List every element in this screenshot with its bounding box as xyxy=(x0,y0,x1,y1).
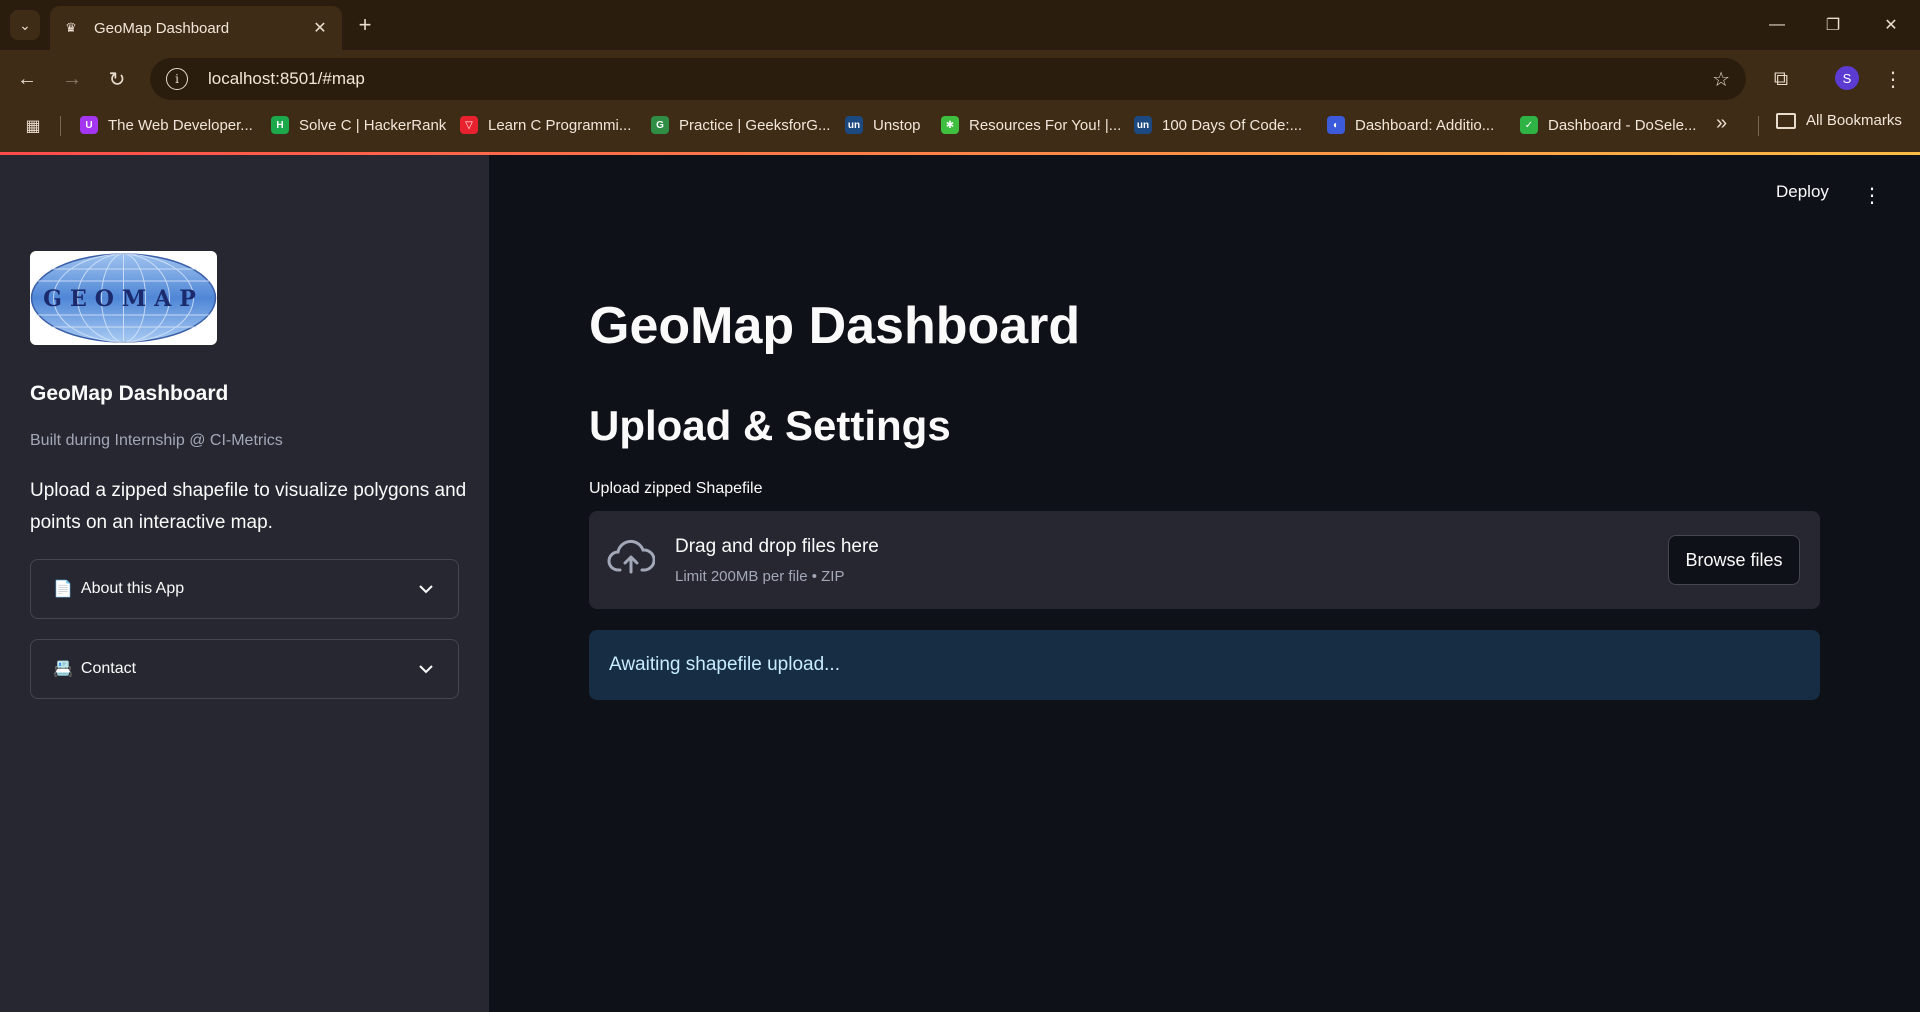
info-alert-text: Awaiting shapefile upload... xyxy=(609,654,840,675)
new-tab-button[interactable]: + xyxy=(352,12,378,38)
browser-menu-icon[interactable]: ⋮ xyxy=(1880,64,1906,94)
geomap-logo: GEOMAP xyxy=(30,251,217,345)
bookmark-label: Practice | GeeksforG... xyxy=(679,116,831,134)
bookmark-item[interactable]: ✓ Dashboard - DoSele... xyxy=(1520,112,1696,138)
sidebar-caption: Built during Internship @ CI-Metrics xyxy=(30,432,283,449)
bookmark-favicon-icon: ▽ xyxy=(460,116,478,134)
bookmark-item[interactable]: ✱ Resources For You! |... xyxy=(941,112,1121,138)
close-window-icon[interactable]: ✕ xyxy=(1876,10,1906,40)
more-bookmarks-icon[interactable]: » xyxy=(1716,112,1727,135)
back-arrow-icon[interactable]: ← xyxy=(12,64,42,94)
forward-arrow-icon[interactable]: → xyxy=(57,64,87,94)
all-bookmarks-label: All Bookmarks xyxy=(1806,112,1902,129)
bookmark-label: Unstop xyxy=(873,116,921,134)
geomap-logo-graphic: GEOMAP xyxy=(30,253,217,343)
streamlit-crown-icon: ♛ xyxy=(65,20,77,35)
dropzone-title: Drag and drop files here xyxy=(675,536,879,557)
sidebar-description: Upload a zipped shapefile to visualize p… xyxy=(30,480,467,533)
chevron-down-icon xyxy=(416,579,436,599)
bookmark-item[interactable]: ▽ Learn C Programmi... xyxy=(460,112,631,138)
uploader-label: Upload zipped Shapefile xyxy=(589,480,763,497)
bookmark-item[interactable]: G Practice | GeeksforG... xyxy=(651,112,830,138)
tab-search-button[interactable]: ⌄ xyxy=(10,10,40,40)
expander-about[interactable]: 📄 About this App xyxy=(30,559,459,619)
expander-contact-label: Contact xyxy=(80,660,137,677)
apps-grid-icon[interactable]: ▦ xyxy=(22,115,44,137)
bookmark-item[interactable]: H Solve C | HackerRank xyxy=(271,112,446,138)
browser-toolbar: ← → ↻ i localhost:8501/#map ☆ ⧉ ⋮ xyxy=(0,50,1920,108)
bookmark-item[interactable]: U The Web Developer... xyxy=(80,112,253,138)
chevron-down-icon xyxy=(416,659,436,679)
all-bookmarks-button[interactable]: All Bookmarks xyxy=(1776,112,1902,129)
bookmark-favicon-icon: un xyxy=(1134,116,1152,134)
extensions-puzzle-icon[interactable]: ⧉ xyxy=(1766,64,1796,94)
bookmark-favicon-icon: G xyxy=(651,116,669,134)
app-menu-icon[interactable]: ⋮ xyxy=(1862,180,1882,210)
bookmark-favicon-icon: H xyxy=(271,116,289,134)
expander-about-label: About this App xyxy=(80,580,185,597)
address-bar[interactable]: i localhost:8501/#map ☆ xyxy=(150,58,1746,100)
close-tab-icon[interactable]: ✕ xyxy=(310,18,330,38)
section-heading: Upload & Settings xyxy=(589,402,951,449)
bookmark-separator xyxy=(1758,116,1759,136)
bookmark-favicon-icon: ✓ xyxy=(1520,116,1538,134)
dropzone-limit: Limit 200MB per file • ZIP xyxy=(675,568,845,585)
bookmark-favicon-icon: U xyxy=(80,116,98,134)
sidebar-title: GeoMap Dashboard xyxy=(30,382,229,405)
bookmark-separator xyxy=(60,116,61,136)
url-text[interactable]: localhost:8501/#map xyxy=(208,69,365,89)
bookmark-label: Dashboard: Additio... xyxy=(1355,116,1495,134)
restore-icon[interactable]: ❐ xyxy=(1818,10,1848,40)
info-alert: Awaiting shapefile upload... xyxy=(589,630,1820,700)
bookmark-label: Solve C | HackerRank xyxy=(299,116,447,134)
logo-wordmark: GEOMAP xyxy=(43,286,204,312)
bookmark-item[interactable]: un Unstop xyxy=(845,112,921,138)
bookmark-label: Learn C Programmi... xyxy=(488,116,632,134)
folder-icon xyxy=(1776,112,1796,129)
site-info-icon[interactable]: i xyxy=(166,68,188,90)
sidebar: GEOMAP GeoMap Dashboard Built during Int… xyxy=(0,155,489,1012)
document-emoji-icon: 📄 xyxy=(53,581,73,598)
card-index-emoji-icon: 📇 xyxy=(53,661,73,678)
profile-avatar[interactable]: S xyxy=(1835,66,1859,90)
page-title: GeoMap Dashboard xyxy=(589,297,1081,355)
browser-tab[interactable]: ♛ GeoMap Dashboard ✕ xyxy=(50,6,342,50)
bookmark-label: Resources For You! |... xyxy=(969,116,1122,134)
file-dropzone[interactable]: Drag and drop files here Limit 200MB per… xyxy=(589,511,1820,609)
deploy-button[interactable]: Deploy xyxy=(1776,182,1829,202)
minimize-icon[interactable]: — xyxy=(1762,10,1792,40)
cloud-upload-icon xyxy=(607,539,655,574)
browser-tab-bar: ⌄ ♛ GeoMap Dashboard ✕ + — ❐ ✕ xyxy=(0,0,1920,50)
bookmark-item[interactable]: ◐ Dashboard: Additio... xyxy=(1327,112,1494,138)
bookmark-item[interactable]: un 100 Days Of Code:... xyxy=(1134,112,1302,138)
bookmark-favicon-icon: ◐ xyxy=(1327,116,1345,134)
bookmark-label: 100 Days Of Code:... xyxy=(1162,116,1303,134)
browse-files-button[interactable]: Browse files xyxy=(1668,535,1800,585)
expander-contact[interactable]: 📇 Contact xyxy=(30,639,459,699)
bookmark-star-icon[interactable]: ☆ xyxy=(1712,67,1730,92)
bookmark-favicon-icon: un xyxy=(845,116,863,134)
bookmark-label: The Web Developer... xyxy=(108,116,253,134)
bookmark-favicon-icon: ✱ xyxy=(941,116,959,134)
bookmark-label: Dashboard - DoSele... xyxy=(1548,116,1697,134)
reload-icon[interactable]: ↻ xyxy=(102,64,132,94)
tab-title: GeoMap Dashboard xyxy=(94,19,230,37)
